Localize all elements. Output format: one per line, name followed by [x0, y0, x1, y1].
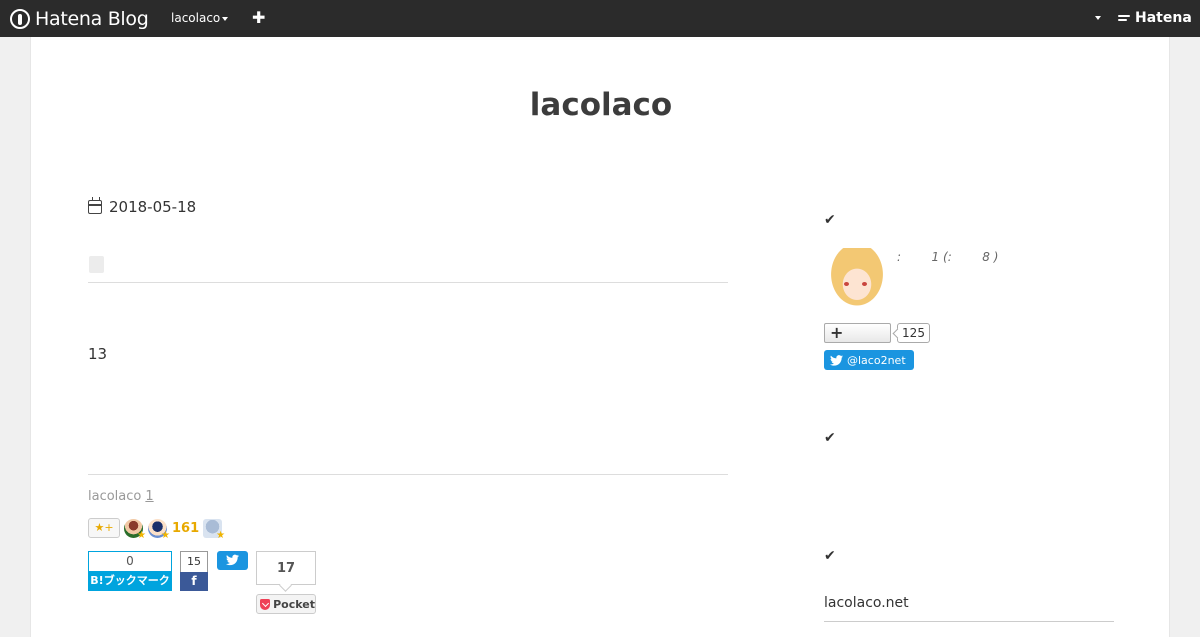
blog-title[interactable]: lacolaco [31, 87, 1171, 123]
blog-switcher-label: lacolaco [171, 11, 221, 25]
hatena-bookmark-count: 0 [88, 551, 172, 571]
hatena-logo[interactable]: Hatena [1118, 10, 1192, 26]
star-count[interactable]: 161 [172, 521, 199, 536]
brand-text: Hatena Blog [35, 7, 149, 30]
star-icon: ★ [161, 529, 170, 541]
global-header: Hatena Blog lacolaco ✚ Hatena [0, 0, 1200, 37]
profile-meta: : 1 (: 8 ) [897, 250, 999, 264]
hatena-wings-icon [1118, 12, 1132, 24]
plus-icon: + [830, 323, 844, 342]
avatar-eye [862, 282, 867, 286]
star-user-avatar[interactable]: ★ [124, 518, 146, 541]
twitter-handle: @laco2net [847, 353, 906, 367]
follower-count[interactable]: 125 [897, 323, 930, 343]
follow-button[interactable]: + [824, 323, 891, 343]
star-user-avatar[interactable]: ★ [203, 518, 226, 541]
add-star-button[interactable]: ★+ [88, 518, 120, 538]
twitter-bird-icon [226, 554, 239, 566]
divider [824, 621, 1114, 622]
facebook-share-button[interactable]: 15 f [180, 551, 208, 591]
avatar-eye [844, 282, 849, 286]
caret-down-icon [222, 16, 229, 21]
twitter-follow-button[interactable]: @laco2net [824, 350, 914, 370]
hatena-bookmark-button[interactable]: 0 B!ブックマーク [88, 551, 172, 591]
hatena-blog-logo[interactable]: Hatena Blog [10, 7, 149, 30]
hatena-blog-logo-icon [10, 8, 30, 29]
calendar-icon [88, 197, 102, 214]
blog-switcher[interactable]: lacolaco [171, 11, 229, 25]
star-row: ★+ ★ ★ 161 ★ [88, 518, 227, 541]
hatena-logo-text: Hatena [1135, 10, 1192, 26]
pocket-icon [260, 598, 271, 610]
pocket-count: 17 [256, 551, 316, 585]
entry-body: 13 [88, 345, 108, 363]
star-icon: ★ [137, 529, 146, 541]
pocket-label: Pocket [273, 597, 315, 611]
pocket-button[interactable]: Pocket [256, 594, 316, 614]
twitter-bird-icon [830, 354, 843, 366]
comment-count-link[interactable]: 1 [145, 489, 153, 504]
sidebar-link[interactable]: lacolaco.net [824, 595, 909, 611]
check-icon: ✔ [824, 548, 836, 564]
check-icon: ✔ [824, 212, 836, 228]
blog-page: lacolaco 2018-05-18 13 lacolaco 1 ★+ ★ ★ … [30, 37, 1170, 637]
entry-date[interactable]: 2018-05-18 [88, 197, 197, 216]
facebook-share-count: 15 [180, 551, 208, 572]
entry-footer: lacolaco 1 [88, 489, 154, 504]
user-menu-caret-icon[interactable] [1095, 16, 1101, 20]
entry-title-placeholder[interactable] [89, 256, 104, 273]
author-name[interactable]: lacolaco [88, 489, 141, 504]
entry-date-text: 2018-05-18 [109, 198, 197, 216]
star-icon: ★ [216, 529, 226, 541]
facebook-icon: f [180, 572, 208, 591]
check-icon: ✔ [824, 430, 836, 446]
profile-avatar[interactable] [824, 248, 890, 314]
star-user-avatar[interactable]: ★ [148, 518, 170, 541]
divider [88, 474, 728, 475]
new-entry-button[interactable]: ✚ [252, 8, 265, 27]
hatena-bookmark-label: B!ブックマーク [88, 571, 172, 591]
divider [88, 282, 728, 283]
twitter-share-button[interactable] [217, 551, 248, 570]
